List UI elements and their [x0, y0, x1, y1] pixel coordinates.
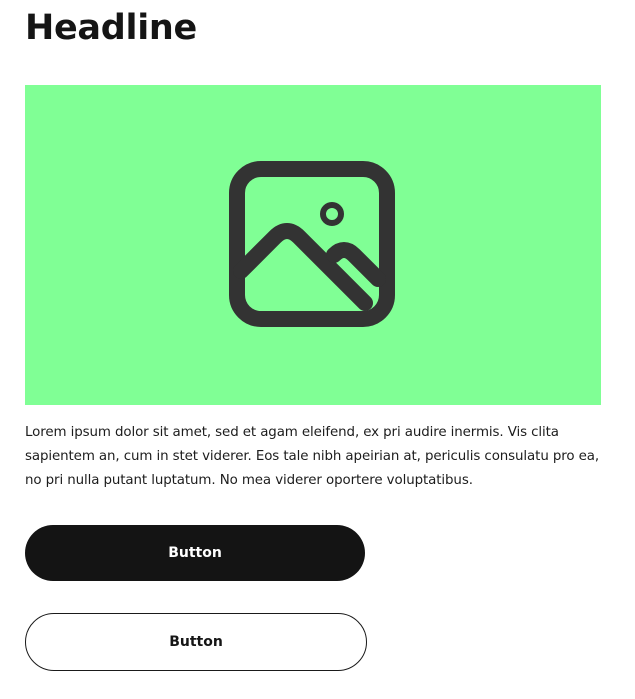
secondary-button[interactable]: Button	[25, 613, 367, 671]
hero-image-placeholder	[25, 85, 601, 405]
image-placeholder-icon	[229, 161, 395, 327]
body-paragraph: Lorem ipsum dolor sit amet, sed et agam …	[25, 425, 600, 488]
headline: Headline	[25, 8, 197, 48]
primary-button[interactable]: Button	[25, 525, 365, 581]
